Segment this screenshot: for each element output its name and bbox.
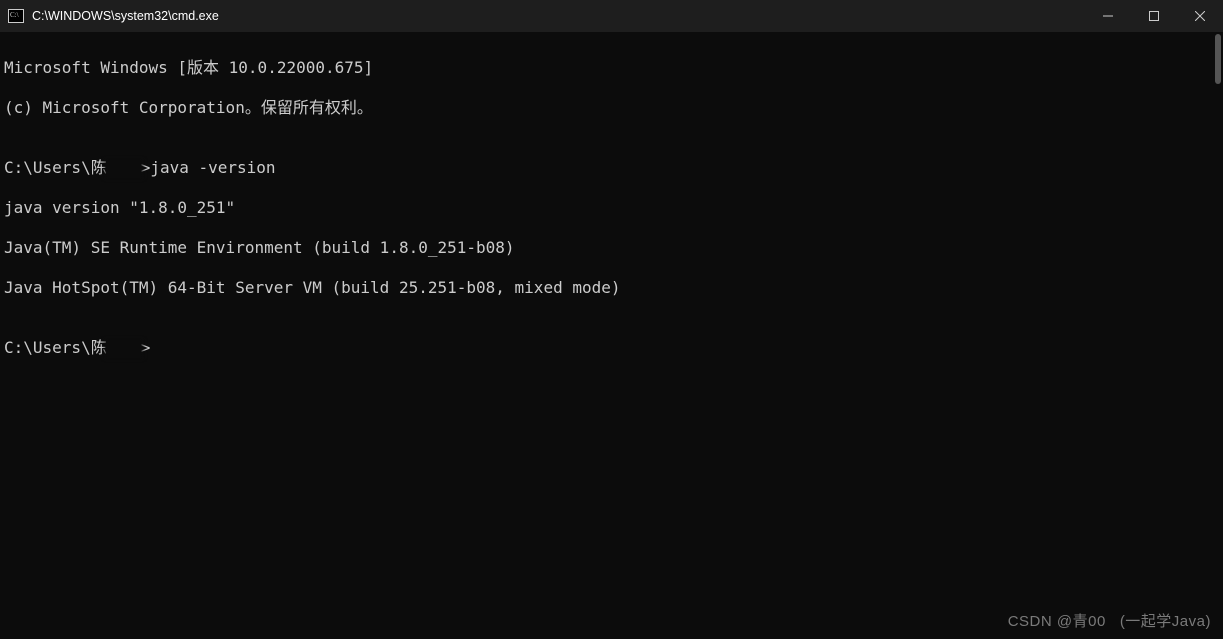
window-title: C:\WINDOWS\system32\cmd.exe xyxy=(32,9,219,23)
output-line: Java HotSpot(TM) 64-Bit Server VM (build… xyxy=(4,278,1219,298)
cmd-icon: C:\ xyxy=(8,8,24,24)
output-line: Java(TM) SE Runtime Environment (build 1… xyxy=(4,238,1219,258)
title-left: C:\ C:\WINDOWS\system32\cmd.exe xyxy=(8,8,219,24)
scrollbar-thumb[interactable] xyxy=(1215,34,1221,84)
minimize-button[interactable] xyxy=(1085,0,1131,32)
watermark: CSDN @青00 (一起学Java) xyxy=(1008,610,1211,631)
prompt-line: C:\Users\陈>java -version xyxy=(4,158,1219,178)
redacted-username xyxy=(105,160,143,178)
close-button[interactable] xyxy=(1177,0,1223,32)
output-line: java version "1.8.0_251" xyxy=(4,198,1219,218)
window-controls xyxy=(1085,0,1223,32)
output-line: (c) Microsoft Corporation。保留所有权利。 xyxy=(4,98,1219,118)
prompt-line: C:\Users\陈> xyxy=(4,338,1219,358)
maximize-button[interactable] xyxy=(1131,0,1177,32)
watermark-right: (一起学Java) xyxy=(1120,610,1211,631)
output-line: Microsoft Windows [版本 10.0.22000.675] xyxy=(4,58,1219,78)
watermark-left: CSDN @青00 xyxy=(1008,610,1106,631)
title-bar: C:\ C:\WINDOWS\system32\cmd.exe xyxy=(0,0,1223,32)
svg-text:C:\: C:\ xyxy=(10,11,19,19)
terminal-output[interactable]: Microsoft Windows [版本 10.0.22000.675] (c… xyxy=(0,32,1223,639)
redacted-username xyxy=(105,340,143,358)
